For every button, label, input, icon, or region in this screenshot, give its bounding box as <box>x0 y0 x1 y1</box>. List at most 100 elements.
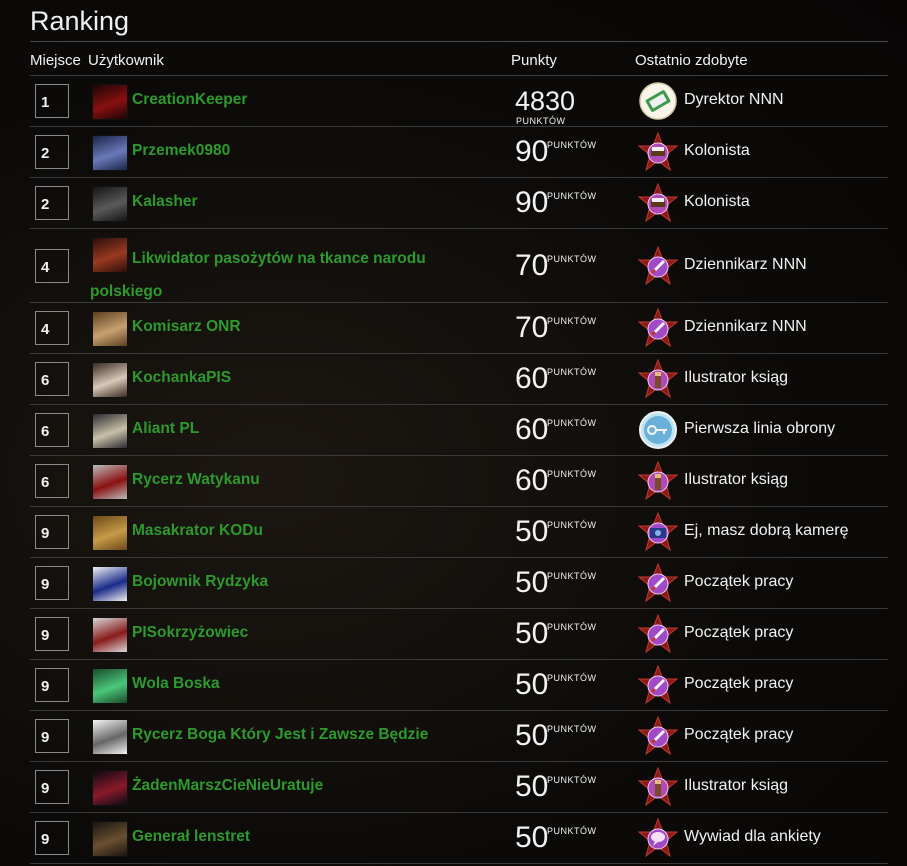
white-crusader-avatar[interactable] <box>92 617 128 653</box>
points-number: 70 <box>515 249 549 282</box>
column-header-user: Użytkownik <box>88 52 164 69</box>
badge-name: Dziennikarz NNN <box>684 318 807 335</box>
username-link[interactable]: Generał lenstret <box>132 828 250 846</box>
badge-name: Wywiad dla ankiety <box>684 828 821 845</box>
points-unit-label: PUNKTÓW <box>547 418 597 428</box>
dark-mask-avatar[interactable] <box>92 770 128 806</box>
hooded-rider-avatar[interactable] <box>92 821 128 857</box>
brush-star-icon[interactable] <box>637 358 679 399</box>
table-row: 9 Masakrator KODu 50 PUNKTÓW Ej, masz dobrą … <box>30 507 888 558</box>
badge-name: Początek pracy <box>684 726 794 743</box>
username-link[interactable]: Aliant PL <box>132 420 199 438</box>
badge-name: Kolonista <box>684 193 750 210</box>
page-title: Ranking <box>30 6 130 36</box>
badge-name: Dziennikarz NNN <box>684 256 807 273</box>
dark-red-sword-avatar[interactable] <box>92 84 128 120</box>
points-value: 50 PUNKTÓW <box>515 668 596 702</box>
table-row: 9 Wola Boska 50 PUNKTÓW Początek pracy <box>30 660 888 711</box>
pen-star-icon[interactable] <box>637 613 679 654</box>
username-link[interactable]: KochankaPIS <box>132 369 231 387</box>
username-link[interactable]: Wola Boska <box>132 675 220 693</box>
badge-name: Ilustrator ksiąg <box>684 369 789 386</box>
points-number: 90 <box>515 135 549 168</box>
points-value: 60 PUNKTÓW <box>515 413 596 447</box>
rank-place-box: 6 <box>35 413 69 447</box>
table-header: Miejsce Użytkownik Punkty Ostatnio zdoby… <box>30 52 888 74</box>
badge-name: Pierwsza linia obrony <box>684 420 836 437</box>
rank-place-box: 4 <box>35 249 69 283</box>
username-link[interactable]: ŻadenMarszCieNieUratuje <box>132 777 323 795</box>
points-number: 4830 <box>515 86 576 116</box>
brush-star-icon[interactable] <box>637 766 679 807</box>
points-value: 50 PUNKTÓW <box>515 566 596 600</box>
sketch-knight-avatar[interactable] <box>92 719 128 755</box>
points-number: 50 <box>515 770 549 803</box>
points-number: 50 <box>515 617 549 650</box>
crusader-avatar[interactable] <box>92 362 128 398</box>
blue-armor-avatar[interactable] <box>92 135 128 171</box>
green-ghost-avatar[interactable] <box>92 668 128 704</box>
points-number: 60 <box>515 362 549 395</box>
table-row: 4 Likwidator pasożytów na tkance narodu p… <box>30 229 888 303</box>
points-unit-label: PUNKTÓW <box>516 116 566 126</box>
username-link[interactable]: Rycerz Boga Który Jest i Zawsze Będzie <box>132 726 428 744</box>
username-link[interactable]: CreationKeeper <box>132 91 247 109</box>
username-link[interactable]: Kalasher <box>132 193 197 211</box>
blue-hood-avatar[interactable] <box>92 566 128 602</box>
points-value: 90 PUNKTÓW <box>515 135 596 169</box>
points-value: 60 PUNKTÓW <box>515 464 596 498</box>
username-link[interactable]: PISokrzyżowiec <box>132 624 248 642</box>
sepia-figure-avatar[interactable] <box>92 515 128 551</box>
points-value: 70 PUNKTÓW <box>515 249 596 283</box>
rank-place-box: 2 <box>35 186 69 220</box>
points-number: 50 <box>515 821 549 854</box>
badge-name: Ilustrator ksiąg <box>684 777 789 794</box>
camera-star-icon[interactable] <box>637 511 679 552</box>
table-row: 2 Przemek0980 90 PUNKTÓW Kolonista <box>30 127 888 178</box>
column-header-points: Punkty <box>511 52 557 69</box>
pen-star-icon[interactable] <box>637 664 679 705</box>
table-row: 9 ŻadenMarszCieNieUratuje 50 PUNKTÓW Ilustra… <box>30 762 888 813</box>
certificate-badge-icon[interactable] <box>638 81 678 121</box>
rank-place-box: 1 <box>35 84 69 118</box>
brush-star-icon[interactable] <box>637 460 679 501</box>
table-row: 9 Generał lenstret 50 PUNKTÓW Wywiad dla ank… <box>30 813 888 864</box>
points-unit-label: PUNKTÓW <box>547 254 597 264</box>
rank-place-box: 9 <box>35 566 69 600</box>
rank-place-box: 9 <box>35 719 69 753</box>
points-unit-label: PUNKTÓW <box>547 316 597 326</box>
column-header-place: Miejsce <box>30 52 81 69</box>
badge-name: Dyrektor NNN <box>684 91 784 108</box>
points-value: 90 PUNKTÓW <box>515 186 596 220</box>
wagon-star-icon[interactable] <box>637 131 679 172</box>
golden-face-avatar[interactable] <box>92 311 128 347</box>
points-number: 50 <box>515 668 549 701</box>
table-row: 6 Rycerz Watykanu 60 PUNKTÓW Ilustrator ksią… <box>30 456 888 507</box>
points-number: 50 <box>515 515 549 548</box>
points-number: 60 <box>515 413 549 446</box>
table-row: 4 Komisarz ONR 70 PUNKTÓW Dziennikarz NNN <box>30 303 888 354</box>
dark-warrior-avatar[interactable] <box>92 186 128 222</box>
pen-star-icon[interactable] <box>637 307 679 348</box>
points-value: 70 PUNKTÓW <box>515 311 596 345</box>
username-link[interactable]: Rycerz Watykanu <box>132 471 260 489</box>
username-link[interactable]: Bojownik Rydzyka <box>132 573 268 591</box>
username-link[interactable]: Komisarz ONR <box>132 318 241 336</box>
wagon-star-icon[interactable] <box>637 182 679 223</box>
badge-name: Ilustrator ksiąg <box>684 471 789 488</box>
pen-star-icon[interactable] <box>637 562 679 603</box>
templar-avatar[interactable] <box>92 464 128 500</box>
username-link[interactable]: Przemek0980 <box>132 142 230 160</box>
points-number: 50 <box>515 719 549 752</box>
pen-star-icon[interactable] <box>637 715 679 756</box>
username-link[interactable]: Likwidator pasożytów na tkance narodu po… <box>90 242 490 308</box>
key-circle-icon[interactable] <box>638 410 678 450</box>
pen-star-icon[interactable] <box>637 245 679 286</box>
username-link[interactable]: Masakrator KODu <box>132 522 263 540</box>
rank-place-box: 9 <box>35 770 69 804</box>
stone-knight-avatar[interactable] <box>92 413 128 449</box>
points-unit-label: PUNKTÓW <box>547 622 597 632</box>
speech-star-icon[interactable] <box>637 817 679 858</box>
table-row: 9 PISokrzyżowiec 50 PUNKTÓW Początek pracy <box>30 609 888 660</box>
points-number: 70 <box>515 311 549 344</box>
